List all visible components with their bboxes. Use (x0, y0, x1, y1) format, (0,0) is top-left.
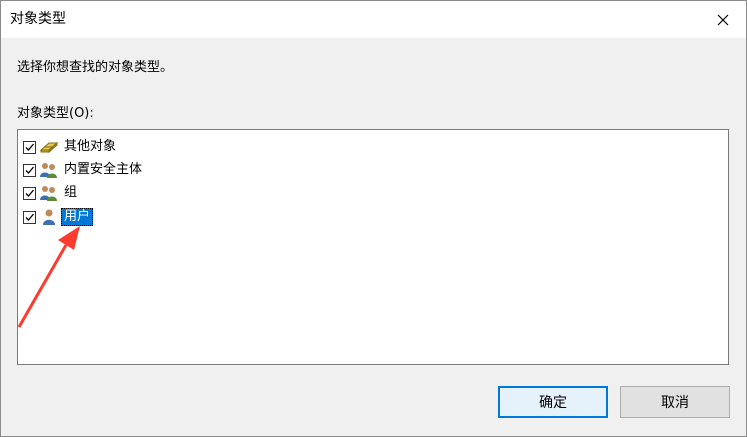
title-bar: 对象类型 (1, 1, 746, 38)
close-icon (717, 14, 729, 25)
ok-button[interactable]: 确定 (498, 386, 608, 418)
checkbox-user[interactable] (23, 210, 36, 224)
instruction-text: 选择你想查找的对象类型。 (17, 60, 174, 75)
check-icon (25, 189, 34, 197)
check-icon (25, 213, 34, 221)
list-item-group[interactable]: 组 (23, 182, 80, 204)
builtin-security-principal-icon (39, 160, 59, 180)
object-types-list[interactable]: 其他对象 内置安全主体 组 用户 (17, 129, 729, 365)
checkbox-other-objects[interactable] (23, 140, 36, 154)
list-item-builtin-security-principal[interactable]: 内置安全主体 (23, 159, 145, 181)
group-icon (39, 183, 59, 203)
checkbox-builtin-security-principal[interactable] (23, 163, 36, 177)
object-types-label: 对象类型(O): (17, 106, 94, 121)
other-objects-icon (39, 137, 59, 157)
list-item-other-objects[interactable]: 其他对象 (23, 136, 119, 158)
item-label: 其他对象 (64, 139, 117, 154)
cancel-button[interactable]: 取消 (620, 386, 730, 418)
item-label: 用户 (61, 208, 94, 226)
close-button[interactable] (700, 1, 746, 38)
list-item-user[interactable]: 用户 (23, 206, 94, 228)
item-label: 内置安全主体 (64, 162, 143, 177)
checkbox-group[interactable] (23, 186, 36, 200)
window-title: 对象类型 (10, 11, 66, 27)
item-label: 组 (64, 185, 78, 200)
user-icon (39, 207, 59, 227)
object-types-dialog: 对象类型 选择你想查找的对象类型。 对象类型(O): 其他对象 内置安全主体 组… (0, 0, 747, 437)
check-icon (25, 166, 34, 174)
check-icon (25, 143, 34, 151)
